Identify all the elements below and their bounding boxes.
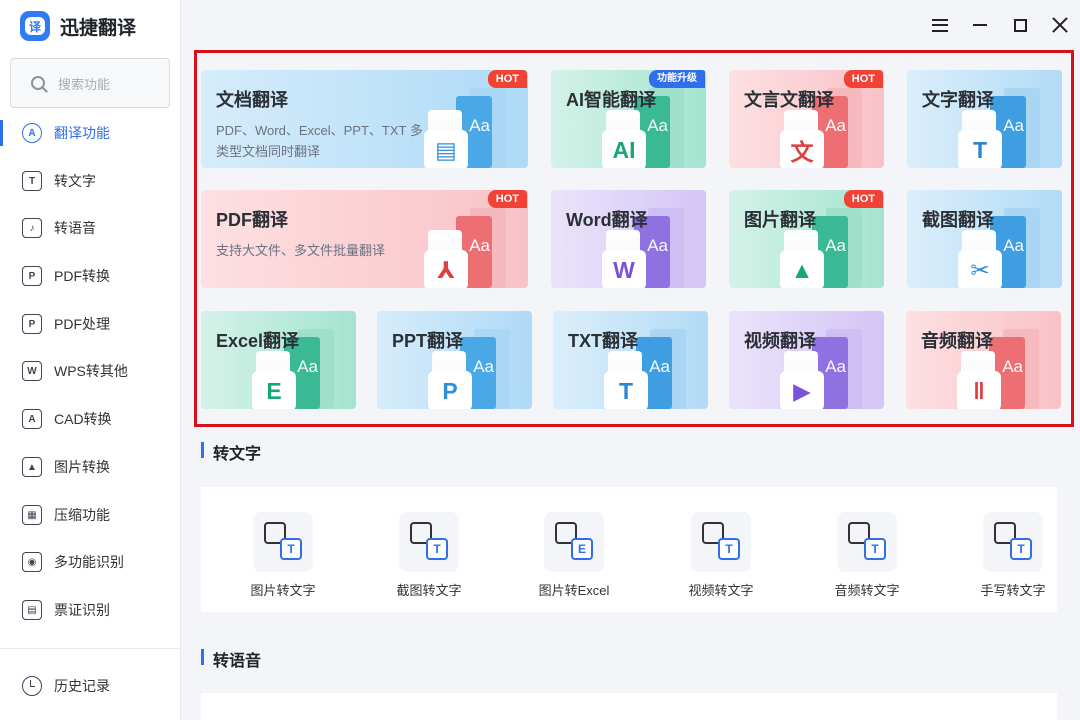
window-controls (920, 0, 1080, 50)
sidebar-item-pdf-process[interactable]: P PDF处理 (0, 309, 180, 339)
tool-target-glyph: T (280, 538, 302, 560)
sidebar-item-label: CAD转换 (54, 411, 112, 427)
voice-icon: ♪ (22, 218, 42, 238)
sidebar-item-label: 图片转换 (54, 459, 110, 475)
pdf-process-icon: P (22, 314, 42, 334)
history-icon (22, 676, 42, 696)
translate-icon: A (22, 123, 42, 143)
sidebar-item-label: 票证识别 (54, 602, 110, 618)
cad-icon: A (22, 409, 42, 429)
sidebar-item-image-convert[interactable]: ▲ 图片转换 (0, 452, 180, 482)
sidebar-item-text-convert[interactable]: T 转文字 (0, 166, 180, 196)
ticket-icon: ▤ (22, 600, 42, 620)
highlight-frame (194, 50, 1074, 427)
tool-label: 手写转文字 (980, 583, 1046, 598)
tool-label: 音频转文字 (834, 583, 900, 598)
to-voice-panel (201, 693, 1057, 720)
sidebar-item-cad[interactable]: A CAD转换 (0, 404, 180, 434)
sidebar-item-label: 压缩功能 (54, 507, 110, 523)
sidebar-item-label: 多功能识别 (54, 554, 124, 570)
tool-handwriting-to-text[interactable]: T 手写转文字 (953, 512, 1073, 602)
app-logo-icon: 译 (20, 11, 50, 41)
image-convert-icon: ▲ (22, 457, 42, 477)
wps-icon: W (22, 361, 42, 381)
tool-label: 图片转文字 (250, 583, 316, 598)
sidebar-item-label: 翻译功能 (54, 125, 110, 141)
sidebar-item-eye[interactable]: ◉ 多功能识别 (0, 547, 180, 577)
image-to-excel-icon: E (544, 512, 604, 572)
menu-icon (932, 18, 948, 32)
app-logo-glyph: 译 (25, 17, 45, 35)
close-button[interactable] (1040, 0, 1080, 50)
eye-icon: ◉ (22, 552, 42, 572)
to-text-panel: T 图片转文字 T 截图转文字 E 图片转Excel T 视频转文字 T 音频转文字 T 手写转文字 (201, 487, 1057, 612)
tool-target-glyph: T (864, 538, 886, 560)
minimize-button[interactable] (960, 0, 1000, 50)
search-input[interactable]: 搜索功能 (10, 58, 170, 108)
screenshot-to-text-icon: T (399, 512, 459, 572)
section-title-to-voice: 转语音 (201, 647, 261, 671)
tool-target-glyph: T (718, 538, 740, 560)
section-title-to-text: 转文字 (201, 440, 261, 464)
search-icon (31, 76, 45, 90)
maximize-button[interactable] (1000, 0, 1040, 50)
tool-video-to-text[interactable]: T 视频转文字 (661, 512, 781, 602)
text-convert-icon: T (22, 171, 42, 191)
app-logo-row: 译 迅捷翻译 (20, 10, 136, 42)
maximize-icon (1013, 18, 1027, 32)
sidebar-item-ticket[interactable]: ▤ 票证识别 (0, 595, 180, 625)
sidebar-item-label: PDF处理 (54, 316, 110, 332)
sidebar-item-translate[interactable]: A 翻译功能 (0, 118, 180, 148)
sidebar-item-wps[interactable]: W WPS转其他 (0, 356, 180, 386)
menu-button[interactable] (920, 0, 960, 50)
tool-target-glyph: T (426, 538, 448, 560)
tool-label: 截图转文字 (396, 583, 462, 598)
tool-target-glyph: E (571, 538, 593, 560)
app-title: 迅捷翻译 (60, 17, 137, 39)
handwriting-to-text-icon: T (983, 512, 1043, 572)
tool-label: 视频转文字 (688, 583, 754, 598)
tool-image-to-text[interactable]: T 图片转文字 (223, 512, 343, 602)
sidebar-item-compress[interactable]: ▦ 压缩功能 (0, 500, 180, 530)
sidebar-item-voice[interactable]: ♪ 转语音 (0, 213, 180, 243)
minimize-icon (973, 24, 987, 26)
tool-target-glyph: T (1010, 538, 1032, 560)
sidebar: 译 迅捷翻译 搜索功能 A 翻译功能 T 转文字 ♪ 转语音 P PDF转换 P PDF处理 W WP… (0, 0, 181, 720)
sidebar-item-label: 转语音 (54, 220, 96, 236)
sidebar-item-label: PDF转换 (54, 268, 110, 284)
sidebar-item-history[interactable]: 历史记录 (0, 671, 180, 701)
tool-screenshot-to-text[interactable]: T 截图转文字 (369, 512, 489, 602)
sidebar-divider (0, 648, 180, 649)
tool-label: 图片转Excel (538, 583, 610, 598)
tool-image-to-excel[interactable]: E 图片转Excel (514, 512, 634, 602)
image-to-text-icon: T (253, 512, 313, 572)
close-icon (1052, 17, 1068, 33)
sidebar-item-label: 历史记录 (54, 678, 110, 694)
video-to-text-icon: T (691, 512, 751, 572)
pdf-convert-icon: P (22, 266, 42, 286)
sidebar-item-pdf-convert[interactable]: P PDF转换 (0, 261, 180, 291)
search-placeholder: 搜索功能 (58, 76, 111, 92)
audio-to-text-icon: T (837, 512, 897, 572)
sidebar-item-label: 转文字 (54, 173, 96, 189)
tool-audio-to-text[interactable]: T 音频转文字 (807, 512, 927, 602)
compress-icon: ▦ (22, 505, 42, 525)
sidebar-item-label: WPS转其他 (54, 363, 128, 379)
